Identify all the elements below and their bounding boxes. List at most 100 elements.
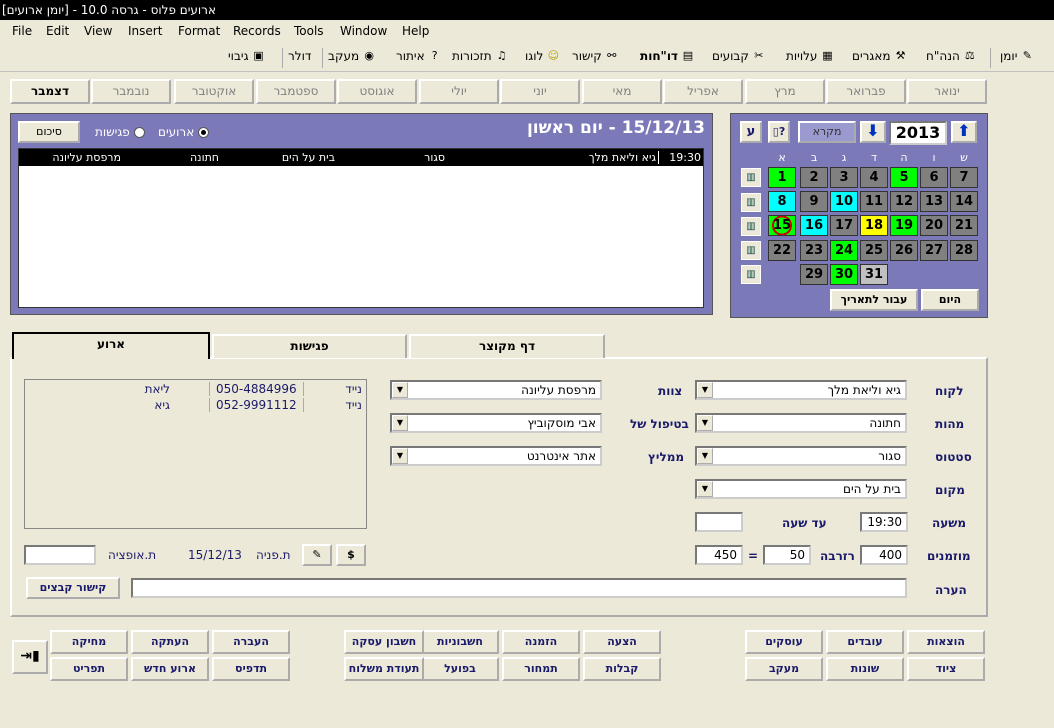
- tb-logo[interactable]: לוגו ☺: [525, 49, 560, 63]
- month-tab[interactable]: יולי: [419, 79, 499, 104]
- tb-databases[interactable]: מאגרים ⚒: [852, 49, 908, 63]
- calendar-day[interactable]: 12: [890, 191, 918, 212]
- calendar-day[interactable]: 6: [920, 167, 948, 188]
- calendar-day[interactable]: 4: [860, 167, 888, 188]
- calendar-day[interactable]: 31: [860, 264, 888, 285]
- today-button[interactable]: היום: [921, 289, 979, 311]
- month-tab[interactable]: ספטמבר: [256, 79, 336, 104]
- radio-events[interactable]: ארועים: [158, 125, 210, 139]
- calendar-day[interactable]: 20: [920, 215, 948, 236]
- action-button[interactable]: ארוע חדש: [131, 657, 209, 681]
- action-button[interactable]: שונות: [826, 657, 904, 681]
- help-icon[interactable]: ▯?: [768, 121, 790, 143]
- book-icon[interactable]: ▥: [741, 193, 761, 212]
- action-button[interactable]: הוצאות: [907, 630, 985, 654]
- calendar-day[interactable]: 29: [800, 264, 828, 285]
- month-tab[interactable]: אפריל: [663, 79, 743, 104]
- chevron-down-icon[interactable]: ▼: [697, 415, 713, 431]
- year-field[interactable]: 2013: [889, 121, 947, 145]
- tb-fixed[interactable]: קבועים ✂: [712, 49, 766, 63]
- table-row[interactable]: 19:30 גיא וליאת מלך סגור בית על הים חתונ…: [19, 149, 703, 166]
- calendar-day[interactable]: 15: [768, 215, 796, 236]
- edit-icon[interactable]: ✎: [302, 544, 332, 566]
- month-tab[interactable]: נובמבר: [91, 79, 171, 104]
- radio-meetings[interactable]: פגישות: [95, 125, 145, 139]
- until-field[interactable]: [695, 512, 743, 532]
- menu-records[interactable]: Records: [233, 24, 281, 38]
- calendar-day[interactable]: 23: [800, 240, 828, 261]
- link-files-button[interactable]: קישור קבצים: [26, 577, 120, 599]
- total-field[interactable]: 450: [695, 545, 743, 565]
- action-button[interactable]: העברה: [212, 630, 290, 654]
- action-button[interactable]: חשבוניות: [421, 630, 499, 654]
- menu-tools[interactable]: Tools: [294, 24, 324, 38]
- status-combo[interactable]: סגור ▼: [695, 446, 907, 466]
- calendar-day[interactable]: 11: [860, 191, 888, 212]
- legend-button[interactable]: מקרא: [798, 121, 856, 143]
- exit-button[interactable]: ע: [740, 121, 762, 143]
- arrow-down-icon[interactable]: ⬇: [860, 121, 886, 143]
- action-button[interactable]: מחיקה: [50, 630, 128, 654]
- calendar-day[interactable]: 26: [890, 240, 918, 261]
- month-tab[interactable]: יוני: [500, 79, 580, 104]
- action-button[interactable]: ציוד: [907, 657, 985, 681]
- summary-button[interactable]: סיכום: [18, 121, 80, 143]
- customer-combo[interactable]: גיא וליאת מלך ▼: [695, 380, 907, 400]
- menu-view[interactable]: View: [84, 24, 112, 38]
- chevron-down-icon[interactable]: ▼: [697, 481, 713, 497]
- tb-diary[interactable]: יומן ✎: [1000, 49, 1034, 63]
- calendar-day[interactable]: 9: [800, 191, 828, 212]
- list-item[interactable]: נייד 052-9991112 גיא: [25, 398, 366, 414]
- time-field[interactable]: 19:30: [860, 512, 908, 532]
- calendar-day[interactable]: 21: [950, 215, 978, 236]
- action-button[interactable]: תעודת משלוח: [344, 657, 424, 681]
- team-combo[interactable]: מרפסת עליונה ▼: [390, 380, 602, 400]
- handler-combo[interactable]: אבי מוסקוביץ ▼: [390, 413, 602, 433]
- calendar-day[interactable]: 22: [768, 240, 796, 261]
- tab-meetings[interactable]: פגישות: [212, 334, 407, 358]
- calendar-day[interactable]: 28: [950, 240, 978, 261]
- calendar-day[interactable]: 19: [890, 215, 918, 236]
- contacts-list[interactable]: נייד 050-4884996 ליאת נייד 052-9991112 ג…: [24, 379, 367, 529]
- action-button[interactable]: תמחור: [502, 657, 580, 681]
- calendar-day[interactable]: 10: [830, 191, 858, 212]
- tb-backup[interactable]: גיבוי ▣: [228, 49, 266, 63]
- menu-insert[interactable]: Insert: [128, 24, 162, 38]
- action-button[interactable]: הצעה: [583, 630, 661, 654]
- tb-search[interactable]: איתור?: [396, 49, 442, 63]
- calendar-day[interactable]: 16: [800, 215, 828, 236]
- tab-event[interactable]: ארוע: [12, 332, 210, 359]
- action-button[interactable]: תפריט: [50, 657, 128, 681]
- book-icon[interactable]: ▥: [741, 217, 761, 236]
- action-button[interactable]: הזמנה: [502, 630, 580, 654]
- tb-reports[interactable]: דו"חות ▤: [640, 49, 695, 63]
- action-button[interactable]: תדפיס: [212, 657, 290, 681]
- month-tab[interactable]: דצמבר: [10, 79, 90, 104]
- book-icon[interactable]: ▥: [741, 265, 761, 284]
- calendar-day[interactable]: 17: [830, 215, 858, 236]
- calendar-day[interactable]: 8: [768, 191, 796, 212]
- goto-date-button[interactable]: עבור לתאריך: [830, 289, 918, 311]
- month-tab[interactable]: אוקטובר: [174, 79, 254, 104]
- events-list[interactable]: 19:30 גיא וליאת מלך סגור בית על הים חתונ…: [18, 148, 704, 308]
- chevron-down-icon[interactable]: ▼: [392, 415, 408, 431]
- chevron-down-icon[interactable]: ▼: [697, 382, 713, 398]
- tb-reminders[interactable]: תזכורות ♫: [452, 49, 509, 63]
- menu-format[interactable]: Format: [178, 24, 220, 38]
- tb-track[interactable]: מעקב ◉: [328, 49, 376, 63]
- calendar-day[interactable]: 24: [830, 240, 858, 261]
- calendar-day[interactable]: 30: [830, 264, 858, 285]
- calendar-day[interactable]: 13: [920, 191, 948, 212]
- menu-edit[interactable]: Edit: [46, 24, 69, 38]
- calendar-day[interactable]: 18: [860, 215, 888, 236]
- dollar-button[interactable]: $: [336, 544, 366, 566]
- calendar-day[interactable]: 25: [860, 240, 888, 261]
- calendar-day[interactable]: 7: [950, 167, 978, 188]
- book-icon[interactable]: ▥: [741, 241, 761, 260]
- calendar-day[interactable]: 2: [800, 167, 828, 188]
- note-field[interactable]: [131, 578, 907, 598]
- tb-accounting[interactable]: הנה"ח ⚖: [926, 49, 977, 63]
- place-combo[interactable]: בית על הים ▼: [695, 479, 907, 499]
- action-button[interactable]: עוסקים: [745, 630, 823, 654]
- action-button[interactable]: העתקה: [131, 630, 209, 654]
